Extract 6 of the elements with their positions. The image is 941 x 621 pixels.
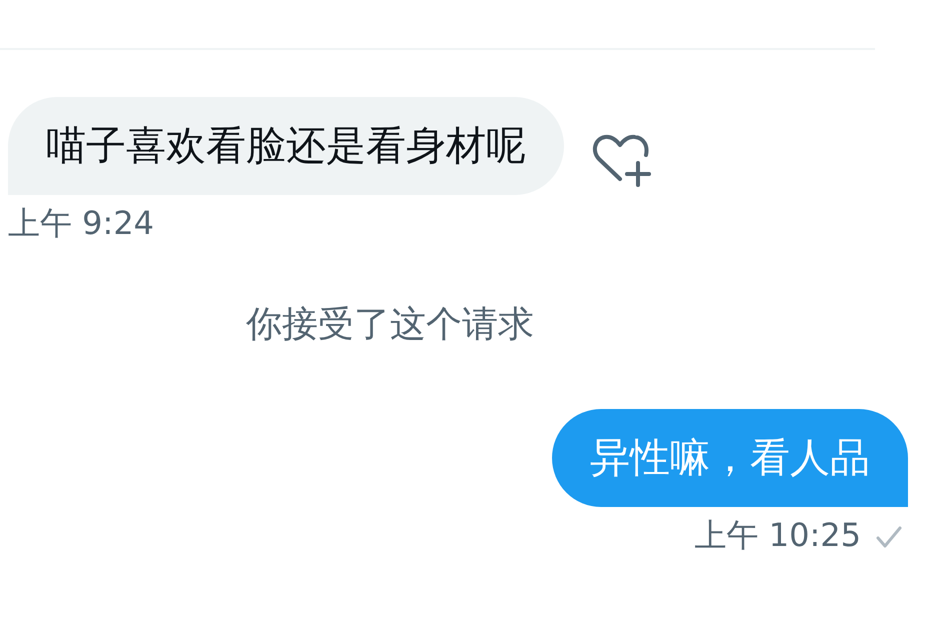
heart-plus-icon[interactable] (590, 133, 652, 189)
message-bubble: 异性嘛，看人品 (552, 409, 908, 507)
timestamp: 上午 9:24 (8, 203, 154, 243)
timestamp: 上午 10:25 (694, 515, 861, 555)
message-bubble: 喵子喜欢看脸还是看身材呢 (8, 97, 564, 195)
system-message: 你接受了这个请求 (246, 303, 535, 347)
